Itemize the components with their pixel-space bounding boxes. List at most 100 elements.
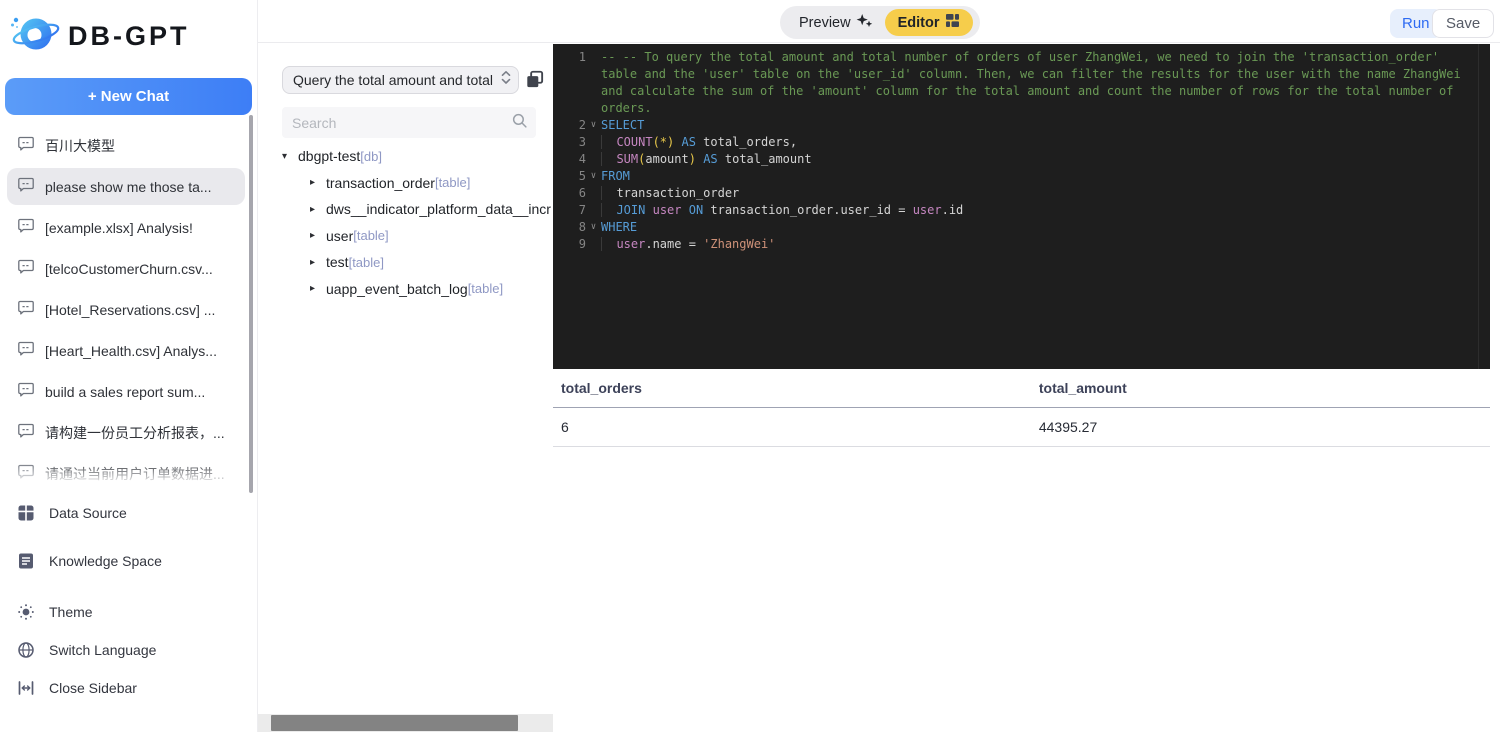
- code-line: 2 ∨ SELECT: [553, 117, 1490, 134]
- knowledge-space-icon: [17, 552, 35, 570]
- sidebar-item-label: Close Sidebar: [49, 680, 137, 696]
- table-row: 6 44395.27: [553, 407, 1490, 447]
- tree-node-table[interactable]: ▸ user [table]: [282, 223, 553, 250]
- chat-item[interactable]: 请通过当前用户订单数据进...: [7, 455, 245, 487]
- sidebar-item-label: Data Source: [49, 505, 127, 521]
- sidebar-item-data-source[interactable]: Data Source: [0, 489, 252, 537]
- chat-item[interactable]: build a sales report sum...: [7, 373, 245, 410]
- tree-node-table[interactable]: ▸ dws__indicator_platform_data__incr: [282, 196, 553, 223]
- chat-bubble-icon: [17, 175, 35, 198]
- chat-list: 百川大模型 please show me those ta... [example.…: [0, 127, 252, 487]
- code-line: 3 COUNT(*) AS total_orders,: [553, 134, 1490, 151]
- token-indent: [601, 186, 617, 200]
- chat-bubble-icon: [17, 298, 35, 321]
- tree-node-table[interactable]: ▸ test [table]: [282, 249, 553, 276]
- line-number: 1: [578, 50, 586, 64]
- round-select[interactable]: Query the total amount and total: [282, 66, 519, 94]
- results-panel: total_orders total_amount 6 44395.27: [553, 369, 1490, 447]
- chat-item-label: [Heart_Health.csv] Analys...: [45, 342, 217, 359]
- sidebar-item-theme[interactable]: Theme: [0, 593, 252, 631]
- tree-node-table[interactable]: ▸ transaction_order [table]: [282, 170, 553, 197]
- chat-item[interactable]: [Heart_Health.csv] Analys...: [7, 332, 245, 369]
- editor-scrollbar[interactable]: [1478, 44, 1490, 369]
- token-plain: amount: [645, 152, 689, 166]
- select-chevrons-icon: [500, 69, 512, 91]
- chat-item[interactable]: [Hotel_Reservations.csv] ...: [7, 291, 245, 328]
- token-keyword: WHERE: [601, 220, 638, 234]
- token-comment: -- -- To query the total amount and tota…: [601, 50, 1468, 115]
- app-logo: DB-GPT: [8, 10, 190, 62]
- fold-chevron-icon[interactable]: ∨: [586, 168, 601, 185]
- sidebar-item-switch-language[interactable]: Switch Language: [0, 631, 252, 669]
- tree-node-tag: [db]: [360, 148, 382, 164]
- run-label: Run: [1402, 15, 1430, 32]
- dbgpt-planet-icon: [8, 10, 62, 63]
- sidebar-scrollbar[interactable]: [249, 115, 253, 493]
- token-func: user: [912, 203, 942, 217]
- code-text: FROM: [601, 168, 1490, 185]
- chat-item-label: 请构建一份员工分析报表，...: [45, 424, 225, 441]
- editor-label: Editor: [897, 14, 940, 31]
- chat-item[interactable]: please show me those ta...: [7, 168, 245, 205]
- search-box: [282, 107, 536, 138]
- caret-right-icon[interactable]: ▸: [310, 283, 326, 294]
- globe-icon: [17, 641, 35, 659]
- search-input[interactable]: [292, 114, 511, 131]
- line-number: 3: [578, 135, 586, 149]
- explorer-hscroll-thumb[interactable]: [271, 715, 518, 731]
- nav-group-gap: [0, 585, 252, 593]
- token-paren: ): [688, 152, 696, 166]
- code-area: 1 -- -- To query the total amount and tot…: [553, 49, 1490, 253]
- tab-editor[interactable]: Editor: [884, 9, 974, 36]
- token-keyword: ON: [688, 203, 704, 217]
- preview-editor-toggle: Preview Editor: [780, 6, 980, 39]
- chat-item-label: [example.xlsx] Analysis!: [45, 219, 193, 236]
- save-label: Save: [1446, 15, 1481, 32]
- chat-item[interactable]: [telcoCustomerChurn.csv...: [7, 250, 245, 287]
- chat-bubble-icon: [17, 380, 35, 403]
- tab-preview[interactable]: Preview: [780, 12, 885, 33]
- chat-item[interactable]: 百川大模型: [7, 127, 245, 164]
- logo-wordmark: DB-GPT: [68, 20, 190, 51]
- sparkles-icon: [856, 12, 873, 33]
- caret-right-icon[interactable]: ▸: [310, 177, 326, 188]
- results-table: total_orders total_amount 6 44395.27: [553, 369, 1490, 447]
- line-number: 8: [578, 220, 586, 234]
- tree-node-tag: [table]: [353, 228, 389, 244]
- fold-chevron-icon[interactable]: ∨: [586, 117, 601, 134]
- sidebar-item-knowledge-space[interactable]: Knowledge Space: [0, 537, 252, 585]
- code-line: 7 JOIN user ON transaction_order.user_id…: [553, 202, 1490, 219]
- save-button[interactable]: Save: [1432, 9, 1495, 38]
- line-number: 4: [578, 152, 586, 166]
- token-func: user: [652, 203, 682, 217]
- caret-right-icon[interactable]: ▸: [310, 230, 326, 241]
- caret-down-icon[interactable]: ▾: [282, 151, 298, 162]
- code-line: 8 ∨ WHERE: [553, 219, 1490, 236]
- chat-bubble-icon: [17, 216, 35, 239]
- chat-bubble-icon: [17, 134, 35, 157]
- chat-item-label: 请通过当前用户订单数据进...: [45, 465, 225, 482]
- tree-node-table[interactable]: ▸ uapp_event_batch_log [table]: [282, 276, 553, 303]
- caret-right-icon[interactable]: ▸: [310, 257, 326, 268]
- chat-item-label: [Hotel_Reservations.csv] ...: [45, 301, 216, 318]
- chat-item[interactable]: [example.xlsx] Analysis!: [7, 209, 245, 246]
- new-chat-button[interactable]: + New Chat: [5, 78, 252, 115]
- tree-node-db[interactable]: ▾ dbgpt-test [db]: [282, 143, 553, 170]
- chat-bubble-icon: [17, 462, 35, 485]
- fold-chevron-icon[interactable]: ∨: [586, 219, 601, 236]
- copy-icon[interactable]: [524, 69, 546, 91]
- result-cell: 6: [553, 407, 1031, 447]
- chat-item[interactable]: 请构建一份员工分析报表，...: [7, 414, 245, 451]
- tree-node-name: uapp_event_batch_log: [326, 280, 468, 297]
- caret-right-icon[interactable]: ▸: [310, 204, 326, 215]
- line-number: 6: [578, 186, 586, 200]
- code-text: user.name = 'ZhangWei': [601, 236, 1490, 253]
- sidebar-item-close-sidebar[interactable]: Close Sidebar: [0, 669, 252, 707]
- sql-editor[interactable]: 1 -- -- To query the total amount and tot…: [553, 44, 1490, 369]
- app-root: DB-GPT + New Chat 百川大模型 please show me th…: [0, 0, 1500, 732]
